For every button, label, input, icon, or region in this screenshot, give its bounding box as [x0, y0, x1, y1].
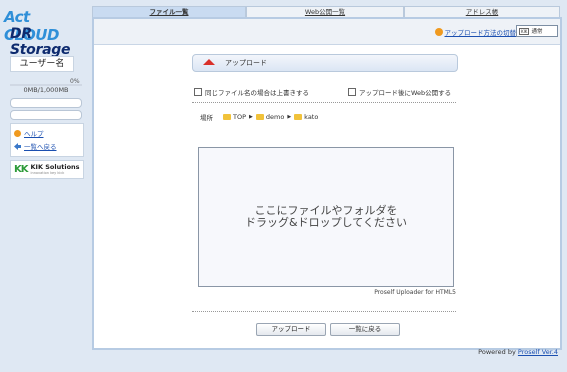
folder-icon: [223, 114, 231, 120]
tab-web-publish-list[interactable]: Web公開一覧: [246, 6, 404, 17]
breadcrumb-label: demo: [265, 113, 285, 121]
powered-by-label: Powered by: [478, 348, 516, 356]
product-version-link[interactable]: Proself Ver.4: [518, 348, 558, 356]
sidebar: Act CLOUD DR Storage ユーザー名 0% 0MB/1,000M…: [2, 2, 86, 370]
overwrite-checkbox[interactable]: [194, 88, 202, 96]
switch-icon: [434, 28, 443, 36]
app-logo: Act CLOUD DR Storage: [4, 8, 88, 58]
upload-button[interactable]: アップロード: [256, 323, 326, 336]
toolbar: アップロード方法の切替 KIK 通常: [94, 19, 560, 45]
overwrite-option[interactable]: 同じファイル名の場合は上書きする: [194, 87, 309, 97]
folder-icon: [294, 114, 303, 120]
help-icon: [14, 129, 21, 137]
quota-text: 0MB/1,000MB: [23, 86, 69, 94]
breadcrumb-label: kato: [304, 113, 319, 121]
main-panel: アップロード方法の切替 KIK 通常 アップロード 同じファイル名の場合は上書き…: [92, 17, 562, 350]
breadcrumb-kato[interactable]: kato: [294, 113, 318, 121]
drop-instruction-line2: ドラッグ&ドロップしてください: [245, 216, 407, 229]
upload-method-switch-link[interactable]: アップロード方法の切替: [434, 27, 517, 37]
tab-address-book[interactable]: アドレス帳: [404, 6, 560, 17]
back-to-list-button[interactable]: 一覧に戻る: [330, 323, 400, 336]
publish-option[interactable]: アップロード後にWeb公開する: [348, 87, 451, 97]
publish-label: アップロード後にWeb公開する: [359, 89, 452, 97]
divider: [192, 102, 456, 103]
location-breadcrumb: 場所 TOP ▶ demo ▶ kato: [200, 112, 318, 122]
view-mode-select[interactable]: KIK 通常: [516, 25, 558, 37]
uploader-credit: Proself Uploader for HTML5: [374, 289, 456, 296]
publish-checkbox[interactable]: [348, 88, 356, 96]
breadcrumb-demo[interactable]: demo: [255, 113, 285, 121]
chevron-right-icon: ▶: [287, 114, 292, 120]
user-name: ユーザー名: [10, 56, 74, 72]
upload-header: アップロード: [192, 54, 458, 72]
sidebar-menu: ヘルプ 一覧へ戻る: [10, 123, 84, 157]
sidebar-field-2[interactable]: [10, 110, 82, 120]
tab-bar: ファイル一覧 Web公開一覧 アドレス帳: [92, 6, 560, 17]
tab-file-list[interactable]: ファイル一覧: [92, 6, 246, 17]
folder-icon: [255, 114, 264, 120]
company-logo: KK KIK Solutions innovation key kick: [10, 160, 84, 179]
company-mark: KK: [14, 164, 28, 175]
logo-line2: DR Storage: [10, 26, 71, 58]
location-label: 場所: [200, 114, 213, 122]
divider: [192, 311, 456, 312]
overwrite-label: 同じファイル名の場合は上書きする: [205, 89, 309, 97]
upload-arrow-icon: [203, 59, 215, 65]
sidebar-field-1[interactable]: [10, 98, 82, 108]
sidebar-item-back[interactable]: 一覧へ戻る: [14, 141, 57, 151]
company-mark-text: KK: [14, 164, 28, 175]
upload-title: アップロード: [225, 59, 267, 67]
sidebar-item-label: ヘルプ: [24, 130, 44, 138]
upload-method-switch-label: アップロード方法の切替: [444, 29, 517, 37]
breadcrumb-top[interactable]: TOP: [223, 113, 246, 121]
back-icon: [14, 142, 21, 150]
powered-by: Powered by Proself Ver.4: [478, 348, 558, 356]
chevron-right-icon: ▶: [249, 114, 253, 120]
sidebar-item-help[interactable]: ヘルプ: [14, 128, 44, 138]
breadcrumb-label: TOP: [233, 113, 247, 121]
sidebar-item-label: 一覧へ戻る: [24, 143, 57, 151]
keyboard-icon: KIK: [519, 27, 530, 35]
company-name: KIK Solutions: [30, 162, 80, 171]
view-mode-value: 通常: [531, 29, 543, 35]
drop-zone[interactable]: ここにファイルやフォルダを ドラッグ&ドロップしてください: [198, 147, 454, 287]
